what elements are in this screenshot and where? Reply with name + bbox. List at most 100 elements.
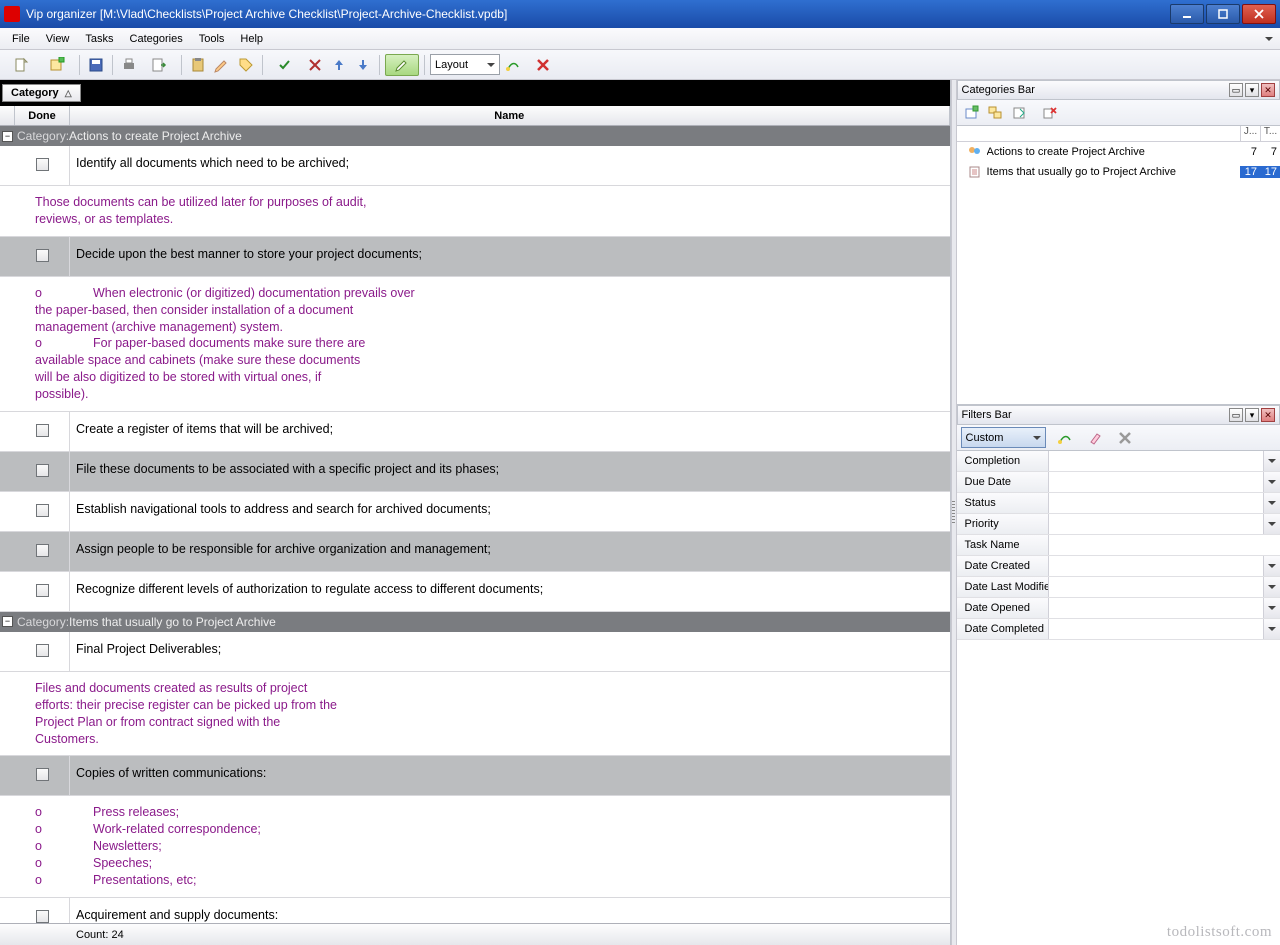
menu-help[interactable]: Help — [232, 31, 271, 47]
delete-layout-button[interactable] — [526, 54, 560, 76]
filter-field-row[interactable]: Date Opened — [957, 598, 1280, 619]
save-button[interactable] — [85, 54, 107, 76]
move-up-button[interactable] — [328, 54, 350, 76]
task-name: Create a register of items that will be … — [70, 412, 950, 451]
column-done[interactable]: Done — [15, 106, 70, 125]
column-name[interactable]: Name — [70, 106, 950, 125]
panel-dock-button[interactable]: ▭ — [1229, 83, 1243, 97]
filter-field-row[interactable]: Date Last Modified — [957, 577, 1280, 598]
task-note: oPress releases;oWork-related correspond… — [0, 796, 950, 897]
menu-overflow-button[interactable] — [1262, 32, 1276, 46]
filter-dropdown-button[interactable] — [1263, 556, 1280, 576]
done-checkbox[interactable] — [36, 249, 49, 262]
filter-field-row[interactable]: Date Completed — [957, 619, 1280, 640]
task-row[interactable]: Create a register of items that will be … — [0, 412, 950, 452]
cancel-button[interactable] — [304, 54, 326, 76]
layout-combo[interactable]: Layout — [430, 54, 500, 75]
menu-tools[interactable]: Tools — [191, 31, 233, 47]
layout-label: Layout — [435, 59, 468, 71]
category-tree-item[interactable]: Actions to create Project Archive77 — [957, 142, 1280, 162]
apply-filter-button[interactable] — [1048, 427, 1082, 449]
new-category-button[interactable] — [961, 102, 983, 124]
task-row[interactable]: Identify all documents which need to be … — [0, 146, 950, 186]
category-tree-item[interactable]: Items that usually go to Project Archive… — [957, 162, 1280, 182]
category-group-header[interactable]: −Category: Items that usually go to Proj… — [0, 612, 950, 632]
filter-field-row[interactable]: Task Name — [957, 535, 1280, 556]
new-task-button[interactable] — [40, 54, 74, 76]
menu-file[interactable]: File — [4, 31, 38, 47]
panel-pin-button[interactable]: ▾ — [1245, 408, 1259, 422]
filter-dropdown-button[interactable] — [1263, 598, 1280, 618]
done-checkbox[interactable] — [36, 584, 49, 597]
filter-dropdown-button[interactable] — [1263, 619, 1280, 639]
filter-preset-combo[interactable]: Custom — [961, 427, 1046, 448]
done-checkbox[interactable] — [36, 910, 49, 923]
categories-panel: Categories Bar ▭ ▾ ✕ J... T... Actions t… — [957, 80, 1280, 405]
edit-category-button[interactable] — [1009, 102, 1031, 124]
maximize-button[interactable] — [1206, 4, 1240, 24]
new-subcategory-button[interactable] — [985, 102, 1007, 124]
task-note: Files and documents created as results o… — [0, 672, 950, 757]
filter-field-label: Date Completed — [957, 619, 1049, 639]
task-row[interactable]: File these documents to be associated wi… — [0, 452, 950, 492]
app-icon — [4, 6, 20, 22]
clear-filter-button[interactable] — [1084, 427, 1106, 449]
done-checkbox[interactable] — [36, 644, 49, 657]
move-down-button[interactable] — [352, 54, 374, 76]
task-row[interactable]: Copies of written communications: — [0, 756, 950, 796]
task-name: Assign people to be responsible for arch… — [70, 532, 950, 571]
filter-field-label: Date Created — [957, 556, 1049, 576]
delete-filter-button[interactable] — [1108, 427, 1142, 449]
panel-pin-button[interactable]: ▾ — [1245, 83, 1259, 97]
done-checkbox[interactable] — [36, 768, 49, 781]
done-checkbox[interactable] — [36, 504, 49, 517]
collapse-icon[interactable]: − — [2, 616, 13, 627]
export-button[interactable] — [142, 54, 176, 76]
apply-layout-button[interactable] — [502, 54, 524, 76]
highlight-button[interactable] — [385, 54, 419, 76]
menu-tasks[interactable]: Tasks — [77, 31, 121, 47]
print-button[interactable] — [118, 54, 140, 76]
grouping-bar[interactable]: Category △ — [0, 80, 950, 106]
task-row[interactable]: Final Project Deliverables; — [0, 632, 950, 672]
panel-close-button[interactable]: ✕ — [1261, 408, 1275, 422]
task-row[interactable]: Decide upon the best manner to store you… — [0, 237, 950, 277]
tag-button[interactable] — [235, 54, 257, 76]
grid-body[interactable]: −Category: Actions to create Project Arc… — [0, 126, 950, 923]
filters-panel: Filters Bar ▭ ▾ ✕ Custom CompletionDue D… — [957, 405, 1280, 945]
task-name: Copies of written communications: — [70, 756, 950, 795]
done-checkbox[interactable] — [36, 544, 49, 557]
complete-button[interactable] — [268, 54, 302, 76]
done-checkbox[interactable] — [36, 464, 49, 477]
task-row[interactable]: Recognize different levels of authorizat… — [0, 572, 950, 612]
minimize-button[interactable] — [1170, 4, 1204, 24]
delete-category-button[interactable] — [1033, 102, 1067, 124]
menu-categories[interactable]: Categories — [122, 31, 191, 47]
filter-field-row[interactable]: Completion — [957, 451, 1280, 472]
category-group-header[interactable]: −Category: Actions to create Project Arc… — [0, 126, 950, 146]
panel-close-button[interactable]: ✕ — [1261, 83, 1275, 97]
menu-view[interactable]: View — [38, 31, 78, 47]
edit-button[interactable] — [211, 54, 233, 76]
clipboard-button[interactable] — [187, 54, 209, 76]
filter-field-row[interactable]: Date Created — [957, 556, 1280, 577]
panel-dock-button[interactable]: ▭ — [1229, 408, 1243, 422]
close-button[interactable] — [1242, 4, 1276, 24]
filter-dropdown-button[interactable] — [1263, 514, 1280, 534]
done-checkbox[interactable] — [36, 424, 49, 437]
task-row[interactable]: Assign people to be responsible for arch… — [0, 532, 950, 572]
group-by-chip[interactable]: Category △ — [2, 84, 81, 102]
task-row[interactable]: Acquirement and supply documents: — [0, 898, 950, 923]
filter-dropdown-button[interactable] — [1263, 577, 1280, 597]
filter-dropdown-button[interactable] — [1263, 451, 1280, 471]
filter-field-row[interactable]: Priority — [957, 514, 1280, 535]
done-checkbox[interactable] — [36, 158, 49, 171]
task-row[interactable]: Establish navigational tools to address … — [0, 492, 950, 532]
collapse-icon[interactable]: − — [2, 131, 13, 142]
new-file-button[interactable] — [4, 54, 38, 76]
filter-dropdown-button[interactable] — [1263, 472, 1280, 492]
categories-tree[interactable]: J... T... Actions to create Project Arch… — [957, 126, 1280, 405]
filter-field-row[interactable]: Due Date — [957, 472, 1280, 493]
filter-field-row[interactable]: Status — [957, 493, 1280, 514]
filter-dropdown-button[interactable] — [1263, 493, 1280, 513]
